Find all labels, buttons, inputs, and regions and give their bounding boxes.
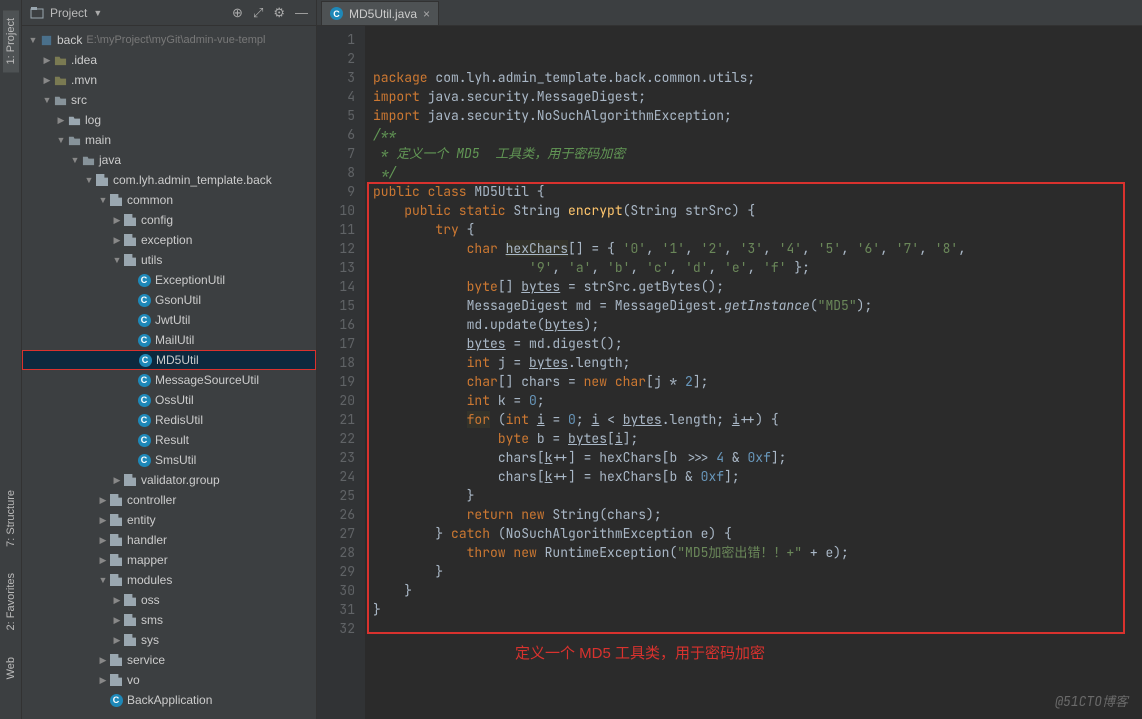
project-panel: Project ▼ ⊕ ⤢ ⚙ — ▼backE:\myProject\myGi… xyxy=(22,0,317,719)
tree-item-vo[interactable]: ▶vo xyxy=(22,670,316,690)
tree-item-java[interactable]: ▼java xyxy=(22,150,316,170)
tree-item-smsutil[interactable]: CSmsUtil xyxy=(22,450,316,470)
tree-item-validator-group[interactable]: ▶validator.group xyxy=(22,470,316,490)
code-line-11[interactable]: try { xyxy=(373,220,1134,239)
code-area[interactable]: package com.lyh.admin_template.back.comm… xyxy=(365,26,1142,719)
tree-item-backapplication[interactable]: CBackApplication xyxy=(22,690,316,710)
code-line-28[interactable]: throw new RuntimeException("MD5加密出错！！+" … xyxy=(373,543,1134,562)
code-line-8[interactable]: */ xyxy=(373,163,1134,182)
code-line-7[interactable]: * 定义一个 MD5 工具类，用于密码加密 xyxy=(373,144,1134,163)
tree-item-src[interactable]: ▼src xyxy=(22,90,316,110)
code-line-23[interactable]: chars[k++] = hexChars[b >>> 4 & 0xf]; xyxy=(373,448,1134,467)
editor-tab-bar: C MD5Util.java × xyxy=(317,0,1142,26)
code-line-3[interactable]: import java.security.MessageDigest; xyxy=(373,87,1134,106)
tree-item-com-lyh-admin_template-back[interactable]: ▼com.lyh.admin_template.back xyxy=(22,170,316,190)
code-line-30[interactable]: } xyxy=(373,581,1134,600)
class-icon: C xyxy=(330,7,343,20)
tree-item-exceptionutil[interactable]: CExceptionUtil xyxy=(22,270,316,290)
tree-item-ossutil[interactable]: COssUtil xyxy=(22,390,316,410)
code-line-29[interactable]: } xyxy=(373,562,1134,581)
tool-window-bar: 1: Project 7: Structure 2: Favorites Web xyxy=(0,0,22,719)
editor-area: C MD5Util.java × 12345678910111213141516… xyxy=(317,0,1142,719)
code-line-25[interactable]: } xyxy=(373,486,1134,505)
tree-item-main[interactable]: ▼main xyxy=(22,130,316,150)
tree-item--mvn[interactable]: ▶.mvn xyxy=(22,70,316,90)
project-tree[interactable]: ▼backE:\myProject\myGit\admin-vue-templ▶… xyxy=(22,26,316,719)
code-line-16[interactable]: md.update(bytes); xyxy=(373,315,1134,334)
editor-body[interactable]: 1234567891011121314151617181920212223242… xyxy=(317,26,1142,719)
line-gutter: 1234567891011121314151617181920212223242… xyxy=(317,26,365,719)
project-panel-header: Project ▼ ⊕ ⤢ ⚙ — xyxy=(22,0,316,26)
tree-item-sys[interactable]: ▶sys xyxy=(22,630,316,650)
tab-label: MD5Util.java xyxy=(349,7,417,21)
tree-item-back[interactable]: ▼backE:\myProject\myGit\admin-vue-templ xyxy=(22,30,316,50)
hide-icon[interactable]: — xyxy=(295,5,308,21)
favorites-tool-tab[interactable]: 2: Favorites xyxy=(3,565,19,638)
dropdown-icon[interactable]: ▼ xyxy=(93,8,102,18)
tree-item-result[interactable]: CResult xyxy=(22,430,316,450)
code-line-1[interactable]: package com.lyh.admin_template.back.comm… xyxy=(373,68,1134,87)
tree-item--idea[interactable]: ▶.idea xyxy=(22,50,316,70)
tree-item-controller[interactable]: ▶controller xyxy=(22,490,316,510)
expand-icon[interactable]: ⤢ xyxy=(253,5,263,21)
code-line-4[interactable]: import java.security.NoSuchAlgorithmExce… xyxy=(373,106,1134,125)
project-view-icon xyxy=(30,6,44,20)
code-line-12[interactable]: char hexChars[] = { '0', '1', '2', '3', … xyxy=(373,239,1134,258)
code-line-9[interactable]: public class MD5Util { xyxy=(373,182,1134,201)
panel-title: Project xyxy=(50,6,87,20)
tree-item-sms[interactable]: ▶sms xyxy=(22,610,316,630)
code-line-17[interactable]: bytes = md.digest(); xyxy=(373,334,1134,353)
tree-item-config[interactable]: ▶config xyxy=(22,210,316,230)
code-line-15[interactable]: MessageDigest md = MessageDigest.getInst… xyxy=(373,296,1134,315)
project-tool-tab[interactable]: 1: Project xyxy=(3,10,19,72)
code-line-24[interactable]: chars[k++] = hexChars[b & 0xf]; xyxy=(373,467,1134,486)
tree-item-exception[interactable]: ▶exception xyxy=(22,230,316,250)
tree-item-entity[interactable]: ▶entity xyxy=(22,510,316,530)
code-line-27[interactable]: } catch (NoSuchAlgorithmException e) { xyxy=(373,524,1134,543)
tree-item-log[interactable]: ▶log xyxy=(22,110,316,130)
editor-tab[interactable]: C MD5Util.java × xyxy=(321,1,439,25)
watermark: @51CTO博客 xyxy=(1055,692,1128,711)
tree-item-oss[interactable]: ▶oss xyxy=(22,590,316,610)
code-line-31[interactable]: } xyxy=(373,600,1134,619)
code-line-26[interactable]: return new String(chars); xyxy=(373,505,1134,524)
gear-icon[interactable]: ⚙ xyxy=(273,5,285,21)
tree-item-mapper[interactable]: ▶mapper xyxy=(22,550,316,570)
tree-item-service[interactable]: ▶service xyxy=(22,650,316,670)
code-line-14[interactable]: byte[] bytes = strSrc.getBytes(); xyxy=(373,277,1134,296)
tree-item-common[interactable]: ▼common xyxy=(22,190,316,210)
code-line-6[interactable]: /** xyxy=(373,125,1134,144)
tree-item-gsonutil[interactable]: CGsonUtil xyxy=(22,290,316,310)
code-line-10[interactable]: public static String encrypt(String strS… xyxy=(373,201,1134,220)
code-line-20[interactable]: int k = 0; xyxy=(373,391,1134,410)
code-line-22[interactable]: byte b = bytes[i]; xyxy=(373,429,1134,448)
structure-tool-tab[interactable]: 7: Structure xyxy=(3,482,19,555)
panel-toolbar: ⊕ ⤢ ⚙ — xyxy=(232,5,308,21)
tree-item-md5util[interactable]: CMD5Util xyxy=(22,350,316,370)
web-tool-tab[interactable]: Web xyxy=(3,649,19,687)
tree-item-messagesourceutil[interactable]: CMessageSourceUtil xyxy=(22,370,316,390)
code-line-19[interactable]: char[] chars = new char[j * 2]; xyxy=(373,372,1134,391)
tree-item-jwtutil[interactable]: CJwtUtil xyxy=(22,310,316,330)
tree-item-modules[interactable]: ▼modules xyxy=(22,570,316,590)
tree-item-redisutil[interactable]: CRedisUtil xyxy=(22,410,316,430)
tree-item-utils[interactable]: ▼utils xyxy=(22,250,316,270)
target-icon[interactable]: ⊕ xyxy=(232,5,243,21)
code-line-21[interactable]: for (int i = 0; i < bytes.length; i++) { xyxy=(373,410,1134,429)
code-line-13[interactable]: '9', 'a', 'b', 'c', 'd', 'e', 'f' }; xyxy=(373,258,1134,277)
code-line-18[interactable]: int j = bytes.length; xyxy=(373,353,1134,372)
tree-item-mailutil[interactable]: CMailUtil xyxy=(22,330,316,350)
close-icon[interactable]: × xyxy=(423,7,430,21)
annotation-caption: 定义一个 MD5 工具类，用于密码加密 xyxy=(515,644,765,663)
tree-item-handler[interactable]: ▶handler xyxy=(22,530,316,550)
